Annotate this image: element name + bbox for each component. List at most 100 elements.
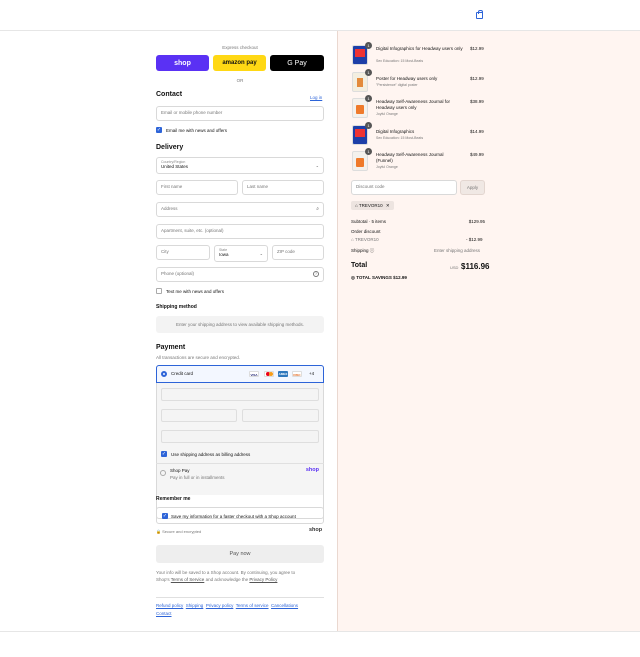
log-in-link[interactable]: Log in bbox=[310, 95, 322, 100]
visa-icon: VISA bbox=[249, 371, 259, 377]
address-placeholder: Address bbox=[161, 206, 178, 211]
credit-card-option[interactable]: Credit card VISA AMEX DISC +4 bbox=[156, 365, 324, 383]
quantity-badge: 1 bbox=[365, 122, 372, 129]
discount-code-label: TREVOR10 bbox=[354, 237, 379, 242]
terms-of-service-footer-link[interactable]: Terms of service bbox=[236, 603, 269, 608]
country-select[interactable]: Country/Region United States ⌄ bbox=[156, 157, 324, 174]
order-item-name: Headway Self-Awareness Journal (Funnel) bbox=[376, 152, 468, 164]
zip-field[interactable]: ZIP code bbox=[272, 245, 324, 260]
chevron-down-icon: ⌄ bbox=[315, 163, 319, 168]
save-info-checkbox[interactable]: ✓ bbox=[162, 513, 168, 519]
billing-label: Use shipping address as billing address bbox=[171, 452, 251, 457]
quantity-badge: 1 bbox=[365, 148, 372, 155]
text-news-checkbox[interactable] bbox=[156, 288, 162, 294]
savings-label: TOTAL SAVINGS bbox=[356, 275, 392, 280]
search-icon: ⌕ bbox=[316, 206, 319, 212]
order-item-name: Headway Self-Awareness Journal for Headw… bbox=[376, 99, 468, 111]
footer-divider bbox=[0, 631, 640, 632]
help-icon[interactable]: ? bbox=[313, 271, 319, 277]
tag-icon: ⌂ bbox=[355, 203, 358, 208]
discount-code-row: ⌂ TREVOR10 bbox=[351, 237, 379, 242]
discount-code-field[interactable]: Discount code bbox=[351, 180, 457, 195]
contact-title: Contact bbox=[156, 91, 183, 98]
privacy-policy-footer-link[interactable]: Privacy policy bbox=[206, 603, 234, 608]
more-cards-label: +4 bbox=[309, 371, 315, 376]
header bbox=[0, 0, 640, 31]
cancellations-link[interactable]: Cancellations bbox=[271, 603, 298, 608]
card-number-field[interactable] bbox=[161, 388, 319, 401]
info-icon[interactable]: ⓘ bbox=[370, 248, 375, 253]
order-summary: 1 Digital Infographics for Headway users… bbox=[337, 31, 640, 631]
apply-button[interactable]: Apply bbox=[460, 180, 485, 195]
discover-icon: DISC bbox=[292, 371, 302, 377]
order-item-variant: "Persistence" digital poster bbox=[376, 83, 418, 87]
order-item-name: Poster for Headway users only bbox=[376, 76, 438, 81]
address-field[interactable]: Address ⌕ bbox=[156, 202, 324, 217]
shop-logo-small: shop bbox=[309, 527, 323, 533]
contact-link[interactable]: Contact bbox=[156, 611, 172, 616]
pay-now-button[interactable]: Pay now bbox=[156, 545, 324, 563]
order-item-variant: Joyful Orange bbox=[376, 165, 398, 169]
quantity-badge: 1 bbox=[365, 42, 372, 49]
shop-pay-option[interactable]: Shop Pay Pay in full or in installments … bbox=[156, 463, 324, 487]
name-on-card-field[interactable] bbox=[161, 430, 319, 443]
email-field[interactable]: Email or mobile phone number bbox=[156, 106, 324, 121]
checkout-form: Express checkout shop amazon pay G Pay O… bbox=[0, 31, 337, 631]
close-icon[interactable]: ✕ bbox=[386, 203, 390, 208]
disclaimer-line1: Your info will be saved to a Shop accoun… bbox=[156, 570, 296, 575]
refund-policy-link[interactable]: Refund policy bbox=[156, 603, 183, 608]
shop-pay-button[interactable]: shop bbox=[156, 55, 209, 71]
shipping-label: Shipping ⓘ bbox=[351, 248, 374, 254]
item-name-line: Digital Infographics for Headway users bbox=[376, 46, 454, 51]
shop-pay-radio[interactable] bbox=[160, 470, 166, 476]
remember-me-box: ✓ Save my information for a faster check… bbox=[156, 507, 324, 524]
text-news-label: Text me with news and offers bbox=[166, 289, 224, 294]
news-checkbox[interactable]: ✓ bbox=[156, 127, 162, 133]
credit-card-radio[interactable] bbox=[161, 371, 167, 377]
order-item-price: $14.99 bbox=[470, 129, 484, 134]
disclaimer-line2a: Shop's bbox=[156, 577, 170, 582]
shopping-bag-icon[interactable] bbox=[476, 10, 483, 19]
apartment-field[interactable]: Apartment, suite, etc. (optional) bbox=[156, 224, 324, 239]
secure-label: 🔒 Secure and encrypted bbox=[156, 529, 202, 534]
first-name-field[interactable]: First name bbox=[156, 180, 238, 195]
order-item-name: Digital Infographics bbox=[376, 129, 415, 134]
amazon-pay-button[interactable]: amazon pay bbox=[213, 55, 266, 71]
total-savings: ◎ TOTAL SAVINGS $12.99 bbox=[351, 275, 407, 281]
secure-text: Secure and encrypted bbox=[162, 529, 202, 534]
state-select[interactable]: State Iowa ⌄ bbox=[214, 245, 268, 262]
order-item-price: $12.99 bbox=[470, 76, 484, 81]
shop-logo: shop bbox=[305, 467, 319, 473]
disclaimer-line2b: and acknowledge the bbox=[205, 577, 249, 582]
shipping-method-title: Shipping method bbox=[156, 304, 197, 310]
order-item-variant: Sex Education: 15 Most-Beats bbox=[376, 136, 424, 140]
security-code-field[interactable] bbox=[242, 409, 319, 422]
order-item-name: Digital Infographics for Headway users o… bbox=[376, 46, 466, 52]
delivery-title: Delivery bbox=[156, 144, 184, 151]
chevron-down-icon: ⌄ bbox=[259, 251, 263, 256]
item-name-line: Headway users only bbox=[376, 105, 417, 110]
expiration-field[interactable] bbox=[161, 409, 237, 422]
google-pay-button[interactable]: G Pay bbox=[270, 55, 324, 71]
order-item-price: $38.99 bbox=[470, 99, 484, 104]
footer-links: Refund policy Shipping Privacy policy Te… bbox=[156, 602, 326, 618]
or-divider: OR bbox=[236, 78, 244, 83]
shipping-link[interactable]: Shipping bbox=[186, 603, 204, 608]
shop-disclaimer: Your info will be saved to a Shop accoun… bbox=[156, 569, 326, 583]
last-name-field[interactable]: Last name bbox=[242, 180, 324, 195]
quantity-badge: 1 bbox=[365, 69, 372, 76]
currency-label: USD bbox=[450, 265, 459, 270]
discount-value: - $12.99 bbox=[466, 237, 483, 242]
state-value: Iowa bbox=[219, 252, 229, 257]
terms-of-service-link[interactable]: Terms of Service bbox=[171, 577, 205, 582]
city-field[interactable]: City bbox=[156, 245, 210, 260]
country-value: United States bbox=[161, 164, 189, 169]
phone-placeholder: Phone (optional) bbox=[161, 271, 195, 276]
savings-value: $12.99 bbox=[393, 275, 407, 280]
billing-checkbox[interactable]: ✓ bbox=[161, 451, 167, 457]
total-label: Total bbox=[351, 262, 368, 269]
privacy-policy-link[interactable]: Privacy Policy bbox=[249, 577, 277, 582]
order-item-price: $12.99 bbox=[470, 46, 484, 51]
phone-field[interactable]: Phone (optional) ? bbox=[156, 267, 324, 282]
item-name-line: Headway Self-Awareness Journal bbox=[376, 152, 444, 157]
